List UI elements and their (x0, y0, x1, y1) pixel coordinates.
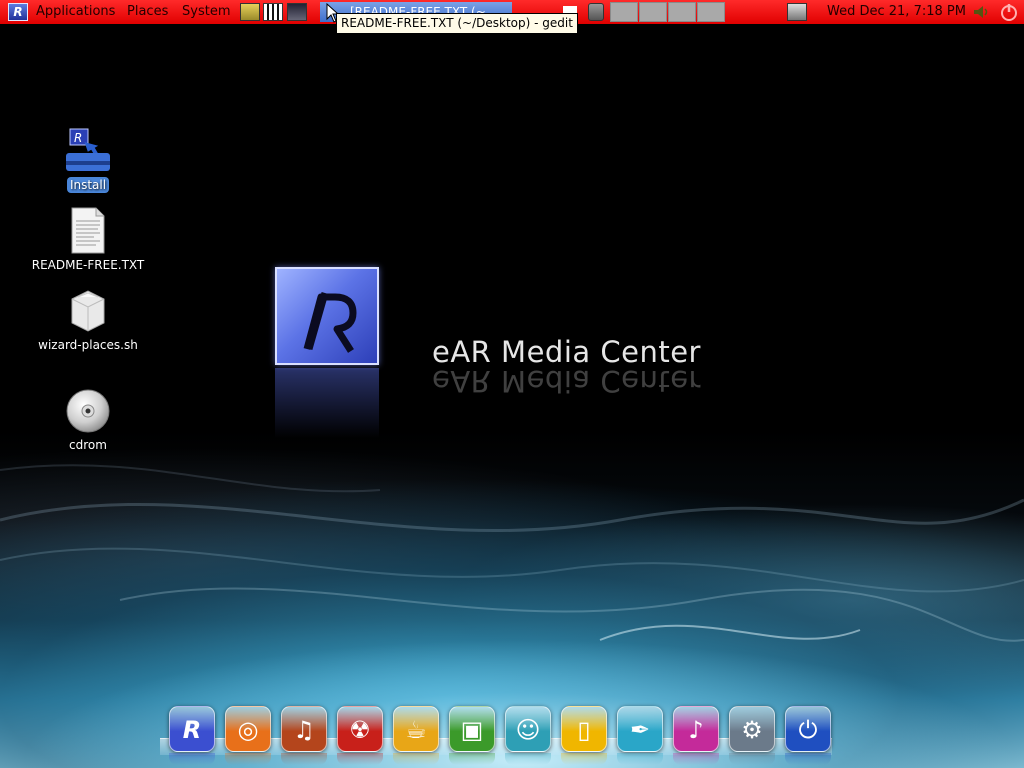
music-dock-button[interactable]: ♪ (673, 706, 719, 752)
brand-title-reflection: eAR Media Center (432, 364, 701, 398)
text-file-icon (64, 207, 112, 255)
menu-applications[interactable]: Applications (36, 0, 115, 24)
workspace-2[interactable] (639, 2, 667, 22)
desktop-icon-cdrom[interactable]: cdrom (28, 387, 148, 453)
launcher-piano-icon[interactable] (263, 3, 283, 21)
script-icon (64, 287, 112, 335)
dock-reflection (617, 753, 663, 765)
office-dock-button[interactable]: ▯ (561, 706, 607, 752)
firefox-dock-button[interactable]: ◎ (225, 706, 271, 752)
ear-logo-glyph (303, 292, 357, 353)
launcher-monitor-icon[interactable] (240, 3, 260, 21)
window-tooltip: README-FREE.TXT (~/Desktop) - gedit (336, 13, 578, 34)
desktop-icon-label: wizard-places.sh (38, 338, 138, 352)
launcher-equalizer-icon[interactable] (287, 3, 307, 21)
burner-icon: ☢ (349, 716, 371, 744)
guitar-icon: ♫ (293, 716, 315, 744)
dock-reflection (785, 753, 831, 765)
image-viewer-dock-button[interactable]: ▣ (449, 706, 495, 752)
office-icon: ▯ (577, 716, 591, 744)
install-icon: R (64, 127, 112, 175)
settings-icon: ⚙ (741, 716, 763, 744)
desktop-icon-label: README-FREE.TXT (31, 258, 145, 272)
image-viewer-icon: ▣ (460, 716, 484, 744)
firefox-icon: ◎ (237, 716, 259, 744)
dock-reflection (449, 753, 495, 765)
menu-places[interactable]: Places (127, 0, 168, 24)
feather-pen-dock-button[interactable]: ✒ (617, 706, 663, 752)
guitar-dock-button[interactable]: ♫ (281, 706, 327, 752)
desktop-icon-label: Install (66, 177, 110, 193)
desktop-icon-readme[interactable]: README-FREE.TXT (28, 207, 148, 273)
coffee-cup-icon: ☕ (405, 716, 427, 744)
dock-reflection (169, 753, 215, 765)
ear-logo (275, 267, 379, 365)
menu-system[interactable]: System (182, 0, 230, 24)
network-icon[interactable] (787, 3, 807, 21)
distro-logo-icon[interactable]: R (8, 3, 28, 21)
svg-text:R: R (74, 131, 82, 145)
dock-reflection (337, 753, 383, 765)
ear-logo-dock-button[interactable]: R (169, 706, 215, 752)
power-dock-button[interactable]: ⏻ (785, 706, 831, 752)
workspace-3[interactable] (668, 2, 696, 22)
dock-reflection (225, 753, 271, 765)
desktop-icon-install[interactable]: R Install (28, 127, 148, 193)
music-icon: ♪ (688, 716, 704, 744)
settings-dock-button[interactable]: ⚙ (729, 706, 775, 752)
desktop-icon-label: cdrom (69, 438, 107, 452)
cdrom-icon (64, 387, 112, 435)
dock-reflection (505, 753, 551, 765)
shutdown-icon[interactable] (998, 2, 1020, 22)
messenger-dock-button[interactable]: ☺ (505, 706, 551, 752)
volume-icon[interactable] (972, 4, 992, 20)
ear-logo-reflection (275, 368, 379, 438)
trash-icon[interactable] (588, 3, 604, 21)
burner-dock-button[interactable]: ☢ (337, 706, 383, 752)
dock-reflection (393, 753, 439, 765)
workspace-1[interactable] (610, 2, 638, 22)
dock-reflection (281, 753, 327, 765)
dock-reflection (561, 753, 607, 765)
messenger-icon: ☺ (515, 716, 541, 744)
feather-pen-icon: ✒ (629, 716, 651, 744)
dock-reflection (673, 753, 719, 765)
dock-reflection (729, 753, 775, 765)
coffee-cup-dock-button[interactable]: ☕ (393, 706, 439, 752)
clock[interactable]: Wed Dec 21, 7:18 PM (827, 0, 966, 24)
desktop-icon-wizard-places[interactable]: wizard-places.sh (28, 287, 148, 353)
ear-logo-icon: R (182, 716, 202, 744)
workspace-4[interactable] (697, 2, 725, 22)
power-icon: ⏻ (798, 716, 818, 744)
